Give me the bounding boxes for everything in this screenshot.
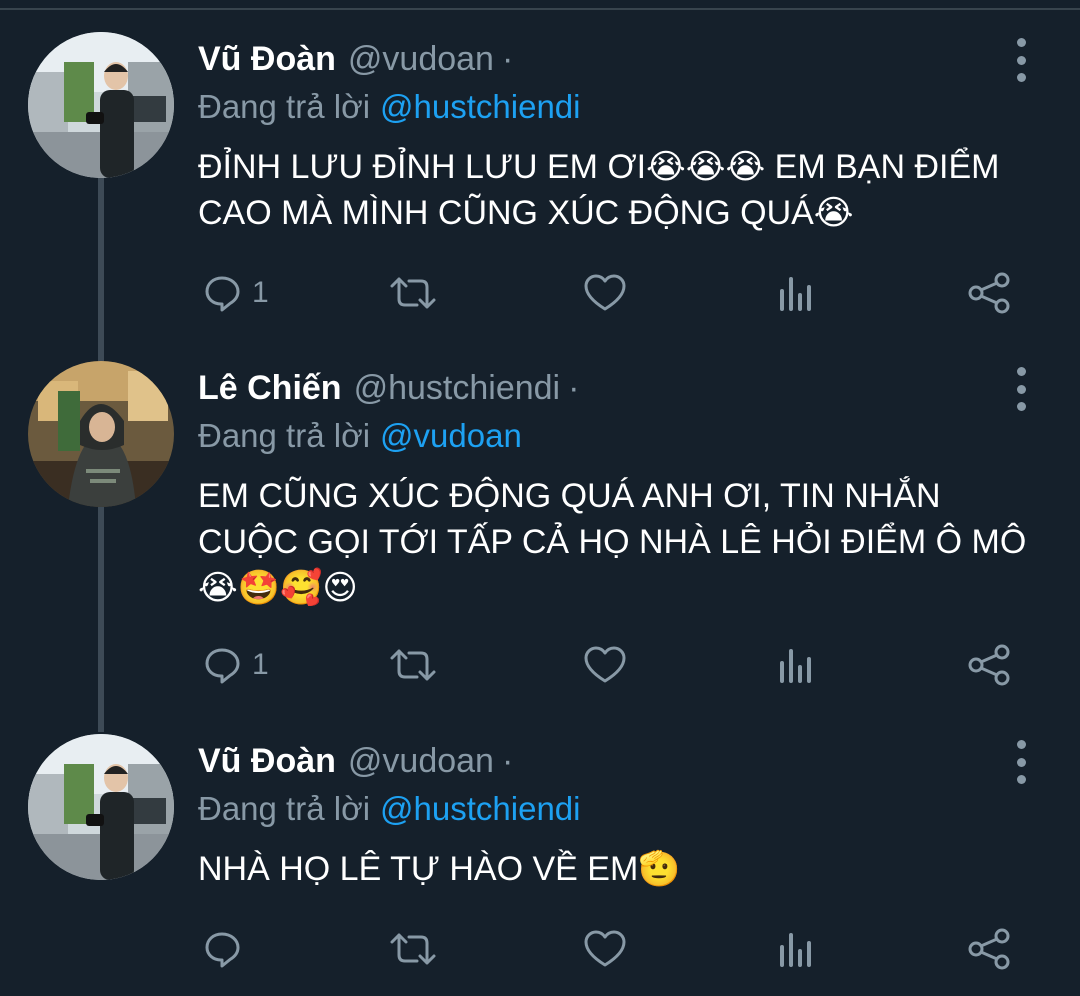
replying-to-handle[interactable]: @hustchiendi bbox=[380, 790, 580, 828]
like-icon bbox=[584, 646, 626, 683]
reply-button[interactable]: 1 bbox=[200, 268, 269, 318]
avatar[interactable] bbox=[28, 32, 174, 178]
reply-count: 1 bbox=[252, 648, 269, 681]
share-icon bbox=[968, 928, 1010, 970]
analytics-icon bbox=[780, 649, 811, 683]
reply-button[interactable]: 1 bbox=[200, 640, 269, 690]
analytics-icon bbox=[780, 933, 811, 967]
user-handle[interactable]: @vudoan bbox=[348, 40, 494, 79]
separator-dot: · bbox=[501, 741, 514, 780]
retweet-icon bbox=[390, 277, 436, 309]
analytics-button[interactable] bbox=[776, 924, 816, 974]
reply-icon bbox=[205, 648, 240, 684]
analytics-button[interactable] bbox=[776, 268, 816, 318]
share-button[interactable] bbox=[966, 924, 1012, 974]
retweet-icon bbox=[390, 933, 436, 965]
avatar[interactable] bbox=[28, 734, 174, 880]
replying-to-label: Đang trả lời bbox=[198, 790, 371, 827]
replying-to-label: Đang trả lời bbox=[198, 88, 371, 125]
share-icon bbox=[968, 644, 1010, 686]
like-button[interactable] bbox=[582, 924, 628, 974]
tweet-text: NHÀ HỌ LÊ TỰ HÀO VỀ EM🫡 bbox=[198, 850, 681, 888]
like-button[interactable] bbox=[582, 268, 628, 318]
like-icon bbox=[584, 930, 626, 967]
like-button[interactable] bbox=[582, 640, 628, 690]
separator-dot: · bbox=[501, 39, 514, 78]
reply-button[interactable] bbox=[200, 924, 252, 974]
like-icon bbox=[584, 274, 626, 311]
avatar[interactable] bbox=[28, 361, 174, 507]
display-name[interactable]: Vũ Đoàn bbox=[198, 40, 336, 79]
analytics-button[interactable] bbox=[776, 640, 816, 690]
more-options-icon[interactable] bbox=[1008, 740, 1034, 784]
tweet-text: ĐỈNH LƯU ĐỈNH LƯU EM ƠI😭😭😭 EM BẠN ĐIỂM C… bbox=[198, 148, 1000, 232]
tweet-actions: 1 bbox=[0, 640, 1080, 690]
replying-to-handle[interactable]: @vudoan bbox=[380, 417, 522, 455]
replying-to-label: Đang trả lời bbox=[198, 417, 371, 454]
more-options-icon[interactable] bbox=[1008, 367, 1034, 411]
retweet-icon bbox=[390, 649, 436, 681]
more-options-icon[interactable] bbox=[1008, 38, 1034, 82]
separator-dot: · bbox=[568, 368, 580, 407]
share-icon bbox=[968, 272, 1010, 314]
reply-icon bbox=[205, 276, 240, 312]
retweet-button[interactable] bbox=[388, 924, 438, 974]
user-handle[interactable]: @vudoan bbox=[348, 742, 494, 781]
reply-count: 1 bbox=[252, 276, 269, 309]
display-name[interactable]: Vũ Đoàn bbox=[198, 742, 336, 781]
tweet-actions: 1 bbox=[0, 268, 1080, 318]
retweet-button[interactable] bbox=[388, 268, 438, 318]
analytics-icon bbox=[780, 277, 811, 311]
display-name[interactable]: Lê Chiến bbox=[198, 369, 342, 408]
top-divider bbox=[0, 0, 1080, 10]
retweet-button[interactable] bbox=[388, 640, 438, 690]
share-button[interactable] bbox=[966, 268, 1012, 318]
tweet-text: EM CŨNG XÚC ĐỘNG QUÁ ANH ƠI, TIN NHẮN CU… bbox=[198, 477, 1027, 607]
replying-to-handle[interactable]: @hustchiendi bbox=[380, 88, 580, 126]
user-handle[interactable]: @hustchiendi bbox=[354, 369, 561, 408]
share-button[interactable] bbox=[966, 640, 1012, 690]
tweet-actions bbox=[0, 924, 1080, 974]
reply-icon bbox=[205, 932, 240, 968]
